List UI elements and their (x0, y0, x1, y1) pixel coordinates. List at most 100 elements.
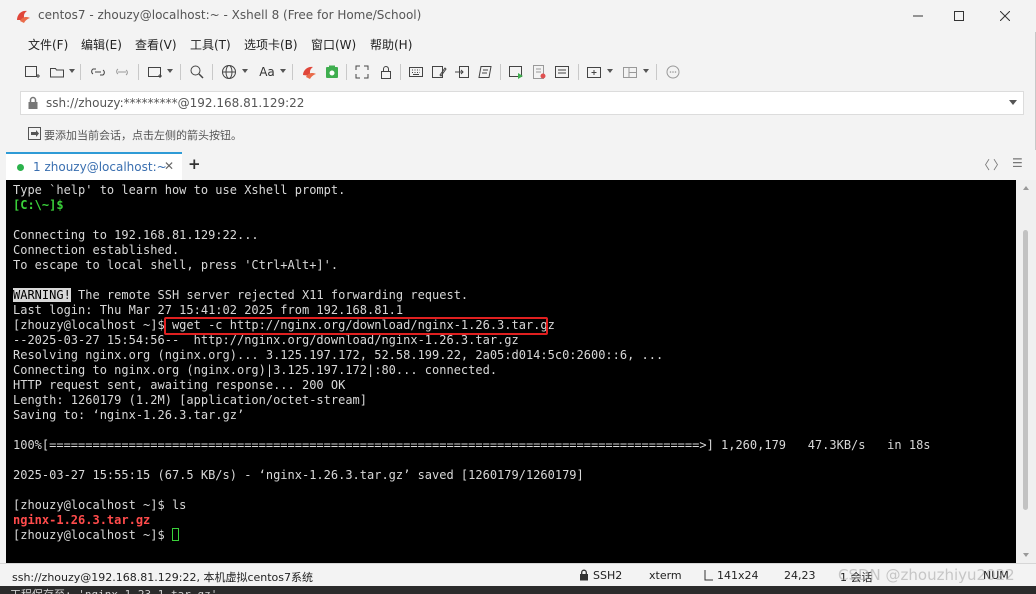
close-icon (1000, 11, 1010, 21)
toolbar-separator (138, 64, 139, 80)
reconnect-icon[interactable] (88, 62, 108, 82)
open-dropdown-caret[interactable] (69, 69, 75, 73)
session-window-icon[interactable] (145, 62, 165, 82)
tab-list-icon[interactable]: ☰ (1012, 156, 1023, 170)
add-session-arrow-icon[interactable] (28, 127, 41, 140)
open-folder-icon[interactable] (47, 62, 67, 82)
xshell-red-icon[interactable] (299, 62, 319, 82)
terminal-line: Saving to: ‘nginx-1.26.3.tar.gz’ (13, 408, 931, 423)
tab-next-icon[interactable]: 〉 (993, 156, 1005, 173)
keyboard-icon[interactable] (406, 62, 426, 82)
toolbar-separator (346, 64, 347, 80)
terminal-text: nginx-1.26.3.tar.gz (13, 513, 151, 527)
terminal-line: nginx-1.26.3.tar.gz (13, 513, 931, 528)
terminal-line: Last login: Thu Mar 27 15:41:02 2025 fro… (13, 303, 931, 318)
chat-icon[interactable] (663, 62, 683, 82)
lock-icon[interactable] (376, 62, 396, 82)
encoding-dropdown-caret[interactable] (242, 69, 248, 73)
address-dropdown-icon[interactable] (1009, 100, 1017, 105)
minimize-button[interactable] (895, 0, 941, 32)
menu-tools[interactable]: 工具(T) (190, 36, 231, 53)
session-dropdown-caret[interactable] (167, 69, 173, 73)
lock-icon (28, 96, 38, 109)
scroll-up-icon[interactable] (1023, 186, 1029, 190)
scroll-thumb[interactable] (1023, 230, 1028, 510)
connection-status-dot (17, 164, 24, 171)
message-icon[interactable] (552, 62, 572, 82)
terminal-line: 100%[===================================… (13, 438, 931, 453)
title-bar: centos7 - zhouzy@localhost:~ - Xshell 8 … (0, 0, 1036, 32)
script-icon[interactable] (475, 62, 495, 82)
toolbar-separator (292, 64, 293, 80)
tab-prev-icon[interactable]: 〈 (978, 156, 990, 173)
terminal-text: Connection established. (13, 243, 180, 257)
tab-close-icon[interactable]: ✕ (164, 159, 174, 173)
fullscreen-icon[interactable] (352, 62, 372, 82)
tab-label: 1 zhouzy@localhost:~ (33, 160, 167, 174)
compose-icon[interactable] (429, 62, 449, 82)
font-button[interactable]: Aa (255, 62, 279, 82)
maximize-button[interactable] (936, 0, 982, 32)
font-dropdown-caret[interactable] (280, 69, 286, 73)
terminal-line: [zhouzy@localhost ~]$ ls (13, 498, 931, 513)
terminal-text: Last login: Thu Mar 27 15:41:02 2025 fro… (13, 303, 404, 317)
disconnect-icon[interactable] (112, 62, 132, 82)
new-tab-dropdown-caret[interactable] (607, 69, 613, 73)
xshell-window: centos7 - zhouzy@localhost:~ - Xshell 8 … (0, 0, 1036, 586)
toolbar: Aa (0, 58, 1036, 86)
menu-file[interactable]: 文件(F) (28, 36, 68, 53)
terminal-text: HTTP request sent, awaiting response... … (13, 378, 346, 392)
terminal-line: Type `help' to learn how to use Xshell p… (13, 183, 931, 198)
xftp-green-icon[interactable] (322, 62, 342, 82)
run-icon[interactable] (506, 62, 526, 82)
toolbar-separator (500, 64, 501, 80)
menu-help[interactable]: 帮助(H) (370, 36, 412, 53)
toolbar-separator (656, 64, 657, 80)
close-button[interactable] (982, 0, 1028, 32)
globe-icon[interactable] (219, 62, 239, 82)
new-session-icon[interactable] (22, 62, 42, 82)
terminal-text: [zhouzy@localhost ~]$ (13, 528, 172, 542)
terminal-scrollbar[interactable] (1016, 180, 1036, 563)
tab-bar: 1 zhouzy@localhost:~ ✕ + 〈 〉 ☰ (0, 150, 1036, 180)
layout-dropdown-caret[interactable] (643, 69, 649, 73)
background-window-text: 工程保存至: 'nginx-1.23.1.tar.gz' (10, 586, 217, 594)
status-cursor-position: 24,23 (784, 569, 816, 582)
menu-edit[interactable]: 编辑(E) (81, 36, 122, 53)
menu-window[interactable]: 窗口(W) (311, 36, 356, 53)
search-icon[interactable] (187, 62, 207, 82)
layout-icon[interactable] (620, 62, 640, 82)
terminal-cursor (171, 528, 179, 541)
toolbar-separator (180, 64, 181, 80)
terminal-size-icon (704, 570, 713, 581)
command-highlight-box (164, 317, 548, 335)
toolbar-separator (80, 64, 81, 80)
menu-view[interactable]: 查看(V) (135, 36, 177, 53)
terminal-line: To escape to local shell, press 'Ctrl+Al… (13, 258, 931, 273)
menu-tab[interactable]: 选项卡(B) (244, 36, 298, 53)
log-icon[interactable] (529, 62, 549, 82)
terminal-line: [C:\~]$ (13, 198, 931, 213)
tab-session-1[interactable]: 1 zhouzy@localhost:~ ✕ (6, 152, 182, 180)
terminal-text: Resolving nginx.org (nginx.org)... 3.125… (13, 348, 664, 362)
add-tab-icon[interactable]: + (188, 155, 201, 173)
address-bar[interactable]: ssh://zhouzy:*********@192.168.81.129:22 (20, 91, 1024, 115)
new-tab-icon[interactable] (584, 62, 604, 82)
session-hint-bar: 要添加当前会话，点击左侧的箭头按钮。 (20, 124, 1024, 144)
transfer-icon[interactable] (452, 62, 472, 82)
menu-bar: 文件(F) 编辑(E) 查看(V) 工具(T) 选项卡(B) 窗口(W) 帮助(… (0, 32, 1036, 56)
terminal-text: WARNING! (13, 288, 71, 302)
terminal-text: 100%[===================================… (13, 438, 931, 452)
terminal-text: [C:\~]$ (13, 198, 64, 212)
terminal-area[interactable]: Type `help' to learn how to use Xshell p… (6, 180, 1016, 563)
terminal-text: Saving to: ‘nginx-1.26.3.tar.gz’ (13, 408, 245, 422)
xshell-logo-icon (17, 10, 30, 23)
scroll-down-icon[interactable] (1023, 553, 1029, 557)
lock-icon (580, 569, 588, 581)
terminal-text: Connecting to 192.168.81.129:22... (13, 228, 259, 242)
terminal-line: Connecting to 192.168.81.129:22... (13, 228, 931, 243)
terminal-line: [zhouzy@localhost ~]$ (13, 528, 931, 543)
